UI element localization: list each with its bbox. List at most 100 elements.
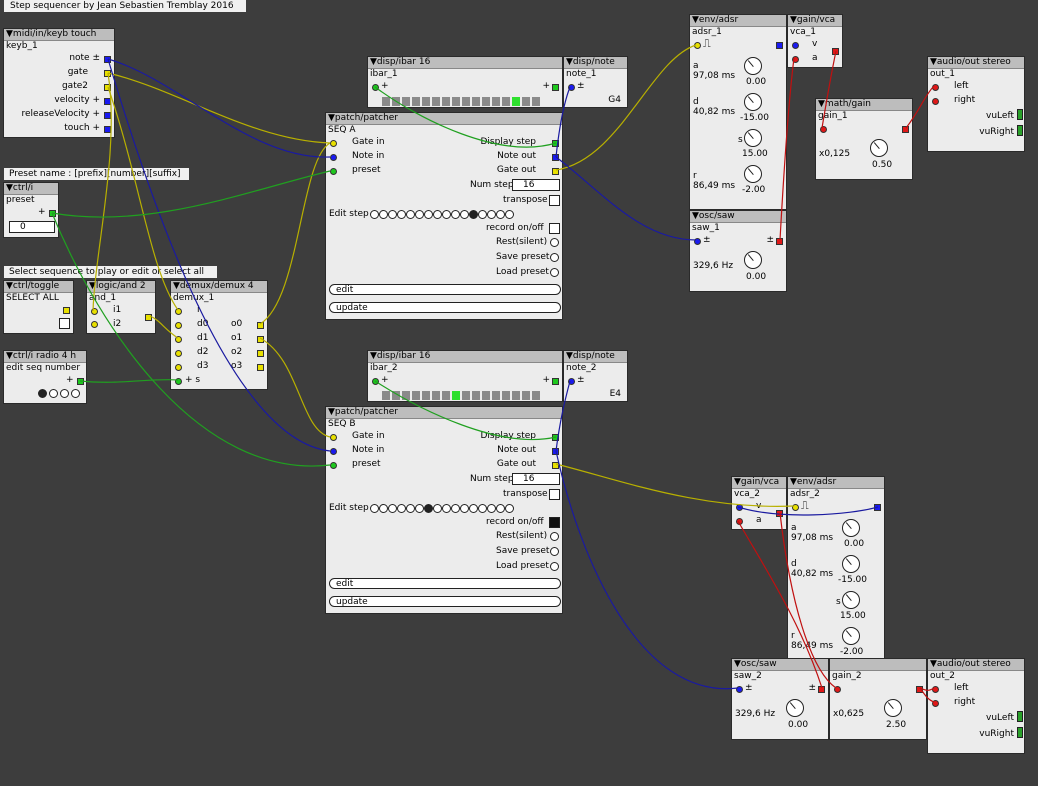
outlet-wave[interactable] [818, 686, 825, 693]
gain-knob[interactable] [870, 139, 888, 157]
edit-step-radio[interactable] [487, 210, 496, 219]
a-knob[interactable] [842, 519, 860, 537]
num-step-input[interactable]: 16 [512, 179, 560, 191]
inlet-d2[interactable] [175, 350, 182, 357]
edit-step-radios[interactable] [370, 504, 514, 513]
outlet-o1[interactable] [257, 336, 264, 343]
inlet-v[interactable] [792, 42, 799, 49]
object-header[interactable] [830, 659, 926, 671]
adsr-1-object[interactable]: ▼env/adsr adsr_1 ⎍ a 97,08 ms 0.00 d 40,… [689, 14, 787, 210]
inlet-in[interactable] [834, 686, 841, 693]
object-header[interactable]: ▼env/adsr [690, 15, 786, 27]
inlet-i2[interactable] [91, 321, 98, 328]
inlet-s[interactable] [175, 378, 182, 385]
d-knob[interactable] [842, 555, 860, 573]
outlet-o2[interactable] [257, 350, 264, 357]
object-header[interactable]: ▼audio/out stereo [928, 659, 1024, 671]
select-all-toggle[interactable] [59, 318, 70, 329]
radio-edit-seq-object[interactable]: ▼ctrl/i radio 4 h edit seq number + [3, 350, 87, 404]
object-header[interactable]: ▼demux/demux 4 [171, 281, 267, 293]
outlet-env[interactable] [776, 42, 783, 49]
inlet-note[interactable] [330, 448, 337, 455]
inlet-d1[interactable] [175, 336, 182, 343]
object-header[interactable]: ▼osc/saw [732, 659, 828, 671]
edit-step-radio[interactable] [397, 504, 406, 513]
outlet-gate[interactable] [104, 70, 111, 77]
edit-step-radios[interactable] [370, 210, 514, 219]
object-header[interactable]: ▼logic/and 2 [87, 281, 155, 293]
object-header[interactable]: ▼midi/in/keyb touch [4, 29, 114, 41]
inlet-gate[interactable] [792, 504, 799, 511]
saw-2-object[interactable]: ▼osc/saw saw_2 ± ± 329,6 Hz 0.00 [731, 658, 829, 740]
gain-2-object[interactable]: gain_2 x0,625 2.50 [829, 658, 927, 740]
r-knob[interactable] [842, 627, 860, 645]
edit-button[interactable]: edit [329, 578, 561, 589]
inlet-pitch[interactable] [694, 238, 701, 245]
inlet-right[interactable] [932, 700, 939, 707]
edit-step-radio[interactable] [478, 210, 487, 219]
inlet-gate[interactable] [694, 42, 701, 49]
a-knob[interactable] [744, 57, 762, 75]
outlet-radio[interactable] [77, 378, 84, 385]
inlet-d3[interactable] [175, 364, 182, 371]
transpose-checkbox[interactable] [549, 195, 560, 206]
inlet-gate[interactable] [330, 434, 337, 441]
inlet-left[interactable] [932, 84, 939, 91]
inlet-ibar[interactable] [372, 378, 379, 385]
outlet-vca[interactable] [776, 510, 783, 517]
inlet-a[interactable] [792, 56, 799, 63]
edit-step-radio[interactable] [442, 210, 451, 219]
num-step-input[interactable]: 16 [512, 473, 560, 485]
edit-step-radio[interactable] [451, 210, 460, 219]
edit-button[interactable]: edit [329, 284, 561, 295]
audio-out-1-object[interactable]: ▼audio/out stereo out_1 left right vuLef… [927, 56, 1025, 152]
ibar-2-object[interactable]: ▼disp/ibar 16 ibar_2 + + [367, 350, 563, 402]
object-header[interactable]: ▼ctrl/i [4, 183, 58, 195]
inlet-note[interactable] [568, 378, 575, 385]
edit-step-radio[interactable] [442, 504, 451, 513]
edit-step-radio[interactable] [397, 210, 406, 219]
d-knob[interactable] [744, 93, 762, 111]
outlet-out[interactable] [902, 126, 909, 133]
object-header[interactable]: ▼patch/patcher [326, 407, 562, 419]
inlet-right[interactable] [932, 98, 939, 105]
update-button[interactable]: update [329, 302, 561, 313]
adsr-2-object[interactable]: ▼env/adsr adsr_2 ⎍ a 97,08 ms 0.00 d 40,… [787, 476, 885, 666]
edit-step-radio[interactable] [433, 210, 442, 219]
toggle-select-all-object[interactable]: ▼ctrl/toggle SELECT ALL [3, 280, 74, 334]
inlet-pitch[interactable] [736, 686, 743, 693]
pitch-knob[interactable] [744, 251, 762, 269]
edit-step-radio[interactable] [451, 504, 460, 513]
s-knob[interactable] [842, 591, 860, 609]
object-header[interactable]: ▼osc/saw [690, 211, 786, 223]
edit-step-radio[interactable] [505, 504, 514, 513]
edit-step-radio[interactable] [469, 210, 478, 219]
edit-step-radio[interactable] [478, 504, 487, 513]
edit-step-radio[interactable] [505, 210, 514, 219]
vca-1-object[interactable]: ▼gain/vca vca_1 v a [787, 14, 843, 68]
seq-b-patcher[interactable]: ▼patch/patcher SEQ B Gate in Note in pre… [325, 406, 563, 614]
outlet-gate-out[interactable] [552, 462, 559, 469]
s-knob[interactable] [744, 129, 762, 147]
vca-2-object[interactable]: ▼gain/vca vca_2 v a [731, 476, 787, 530]
outlet-note-out[interactable] [552, 154, 559, 161]
load-preset-button[interactable] [550, 268, 559, 277]
outlet-gate2[interactable] [104, 84, 111, 91]
inlet-a[interactable] [736, 518, 743, 525]
inlet-gate[interactable] [330, 140, 337, 147]
object-header[interactable]: ▼disp/ibar 16 [368, 351, 562, 363]
demux-object[interactable]: ▼demux/demux 4 demux_1 i d0 d1 d2 d3 + s… [170, 280, 268, 390]
edit-step-radio[interactable] [415, 210, 424, 219]
logic-and-object[interactable]: ▼logic/and 2 and_1 i1 i2 [86, 280, 156, 334]
object-header[interactable]: ▼gain/vca [732, 477, 786, 489]
edit-step-radio[interactable] [433, 504, 442, 513]
load-preset-button[interactable] [550, 562, 559, 571]
object-header[interactable]: ▼disp/note [564, 57, 627, 69]
edit-step-radio[interactable] [496, 504, 505, 513]
rest-button[interactable] [550, 238, 559, 247]
outlet-release-velocity[interactable] [104, 112, 111, 119]
inlet-left[interactable] [932, 686, 939, 693]
record-checkbox[interactable] [549, 517, 560, 528]
edit-step-radio[interactable] [379, 210, 388, 219]
inlet-i1[interactable] [91, 308, 98, 315]
